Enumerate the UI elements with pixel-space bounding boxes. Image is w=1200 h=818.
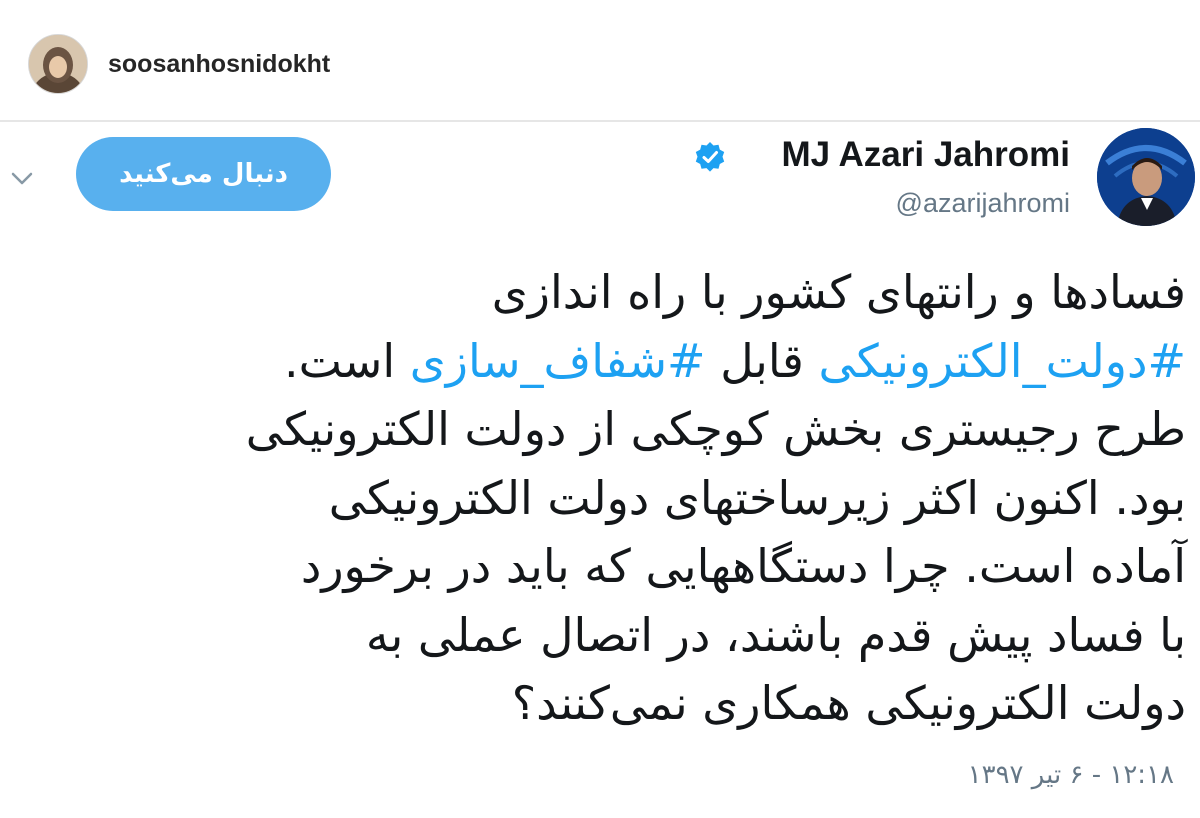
tweet-timestamp[interactable]: ۱۲:۱۸ - ۶ تیر ۱۳۹۷ bbox=[968, 760, 1174, 790]
instagram-post-header: soosanhosnidokht bbox=[0, 0, 1200, 122]
instagram-username[interactable]: soosanhosnidokht bbox=[108, 50, 330, 79]
author-display-name[interactable]: MJ Azari Jahromi bbox=[781, 135, 1070, 175]
tweet-text-line: آماده است. چرا دستگاههایی که باید در برخ… bbox=[6, 532, 1186, 601]
tweet-text-segment: قابل bbox=[705, 333, 819, 388]
tweet-text-segment: با فساد پیش قدم باشند، در اتصال عملی به bbox=[365, 607, 1186, 662]
tweet-text: فسادها و رانتهای کشور با راه اندازی #دولت… bbox=[6, 258, 1186, 738]
tweet-text-segment: دولت الکترونیکی همکاری نمی‌کنند؟ bbox=[511, 676, 1186, 730]
instagram-avatar[interactable] bbox=[28, 34, 88, 94]
tweet-text-segment: طرح رجیستری بخش کوچکی از دولت الکترونیکی bbox=[245, 402, 1186, 456]
author-avatar[interactable] bbox=[1097, 128, 1195, 226]
hashtag-link[interactable]: #شفاف_سازی bbox=[410, 334, 706, 388]
tweet-text-segment: آماده است. چرا دستگاههایی که باید در برخ… bbox=[300, 539, 1186, 593]
tweet-text-segment: فسادها و رانتهای کشور با راه اندازی bbox=[491, 265, 1186, 319]
tweet-text-line: بود. اکنون اکثر زیرساختهای دولت الکترونی… bbox=[6, 464, 1186, 533]
author-handle[interactable]: @azarijahromi bbox=[896, 188, 1070, 219]
tweet-text-line: طرح رجیستری بخش کوچکی از دولت الکترونیکی bbox=[6, 395, 1186, 464]
verified-badge-icon bbox=[694, 141, 726, 173]
tweet-text-line: فسادها و رانتهای کشور با راه اندازی bbox=[6, 258, 1186, 327]
tweet-text-line: با فساد پیش قدم باشند، در اتصال عملی به bbox=[6, 601, 1186, 670]
hashtag-link[interactable]: #دولت_الکترونیکی bbox=[818, 334, 1186, 388]
following-button[interactable]: دنبال می‌کنید bbox=[76, 137, 331, 211]
chevron-down-icon[interactable] bbox=[8, 166, 36, 190]
tweet-text-line: #دولت_الکترونیکی قابل #شفاف_سازی است. bbox=[6, 327, 1186, 396]
tweet-text-segment: است. bbox=[283, 333, 410, 388]
tweet-text-line: دولت الکترونیکی همکاری نمی‌کنند؟ bbox=[6, 669, 1186, 738]
tweet-text-segment: بود. اکنون اکثر زیرساختهای دولت الکترونی… bbox=[328, 470, 1186, 525]
